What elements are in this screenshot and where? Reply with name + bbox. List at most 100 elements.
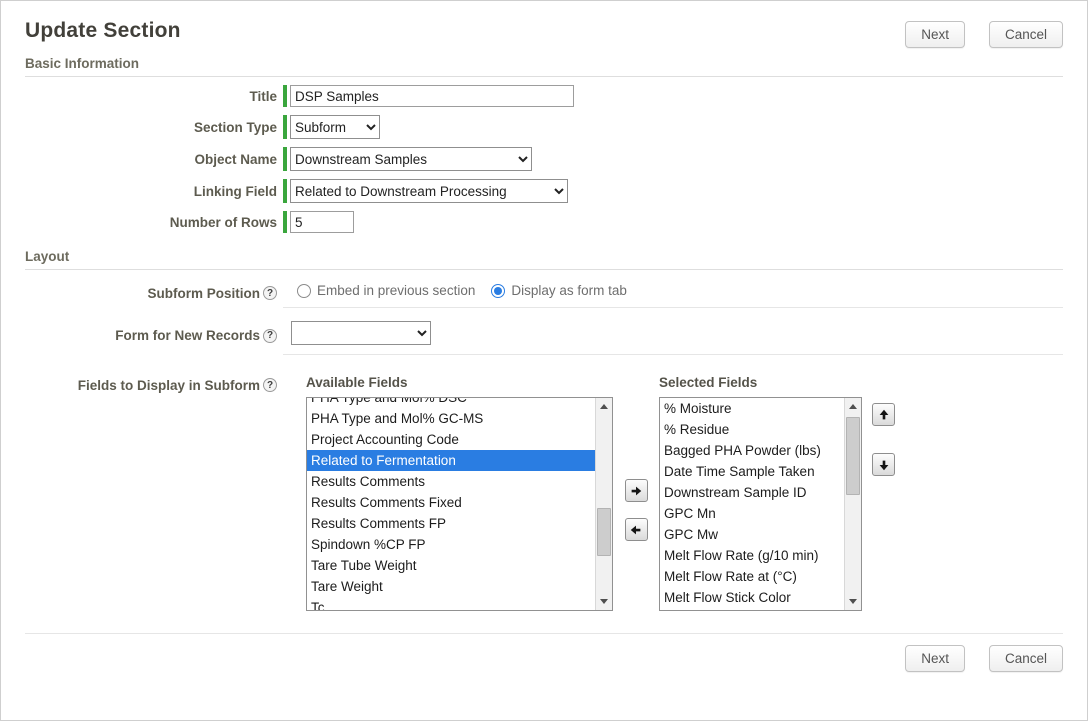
triangle-down-icon — [600, 599, 608, 604]
selected-fields-column: Selected Fields % Moisture% Residue Bagge… — [659, 375, 862, 617]
number-of-rows-input[interactable] — [290, 211, 354, 233]
list-item[interactable]: Bagged PHA Powder (lbs) — [660, 440, 844, 461]
form-for-new-records-row: Form for New Records ? — [25, 316, 1063, 355]
triangle-up-icon — [849, 404, 857, 409]
required-indicator — [283, 85, 287, 107]
move-right-button[interactable] — [624, 479, 648, 502]
form-for-new-records-select[interactable] — [291, 321, 431, 345]
transfer-buttons — [613, 403, 659, 617]
subform-position-options: Embed in previous section Display as for… — [283, 278, 1063, 308]
scroll-up-button[interactable] — [845, 398, 861, 415]
cancel-button-bottom[interactable]: Cancel — [988, 645, 1063, 672]
title-input[interactable] — [290, 85, 574, 107]
scrollbar-track[interactable] — [845, 415, 861, 593]
object-name-select[interactable]: Downstream Samples — [290, 147, 532, 171]
list-item[interactable]: % Moisture — [660, 398, 844, 419]
available-fields-items: PHA Type and Mol% DSCPHA Type and Mol% G… — [307, 398, 595, 610]
list-item[interactable]: Related to Fermentation — [307, 450, 595, 471]
list-item[interactable]: Tare Tube Weight — [307, 555, 595, 576]
reorder-buttons — [872, 403, 895, 617]
linking-field-select[interactable]: Related to Downstream Processing — [290, 179, 568, 203]
section-type-label: Section Type — [193, 119, 277, 135]
page-header: Update Section Next Cancel — [1, 1, 1087, 54]
help-icon[interactable]: ? — [263, 328, 277, 343]
help-icon[interactable]: ? — [263, 286, 277, 300]
list-item[interactable]: GPC Mn — [660, 503, 844, 524]
arrow-left-icon — [630, 525, 641, 534]
basic-information-header: Basic Information — [25, 56, 1063, 77]
list-item[interactable]: Date Time Sample Taken — [660, 461, 844, 482]
move-left-button[interactable] — [624, 518, 648, 541]
list-item[interactable]: GPC Mw — [660, 524, 844, 545]
page-title: Update Section — [25, 19, 181, 42]
required-indicator — [283, 211, 287, 233]
display-as-form-tab-radio-label[interactable]: Display as form tab — [511, 283, 627, 298]
section-type-row: Section Type Subform — [25, 115, 1063, 139]
layout-section: Subform Position ? Embed in previous sec… — [1, 278, 1087, 617]
form-for-new-records-content — [283, 316, 1063, 355]
subform-position-label: Subform Position ? — [25, 286, 283, 301]
fields-to-display-block: Fields to Display in Subform ? Available… — [25, 375, 1063, 617]
bottom-button-bar: Next Cancel — [25, 633, 1063, 672]
selected-fields-listbox[interactable]: % Moisture% Residue Bagged PHA Powder (lb… — [659, 397, 862, 611]
triangle-down-icon — [849, 599, 857, 604]
move-down-button[interactable] — [872, 453, 895, 476]
selected-fields-items: % Moisture% Residue Bagged PHA Powder (lb… — [660, 398, 844, 610]
title-row: Title — [25, 85, 1063, 107]
list-item[interactable]: PHA Type and Mol% GC-MS — [307, 408, 595, 429]
dual-list: Available Fields PHA Type and Mol% DSCPH… — [306, 375, 895, 617]
scroll-up-button[interactable] — [596, 398, 612, 415]
next-button-bottom[interactable]: Next — [905, 645, 965, 672]
scrollbar-thumb[interactable] — [846, 416, 860, 496]
list-item[interactable]: Melt Flow Rate at (°C) — [660, 566, 844, 587]
list-item[interactable]: PHA Type and Mol% DSC — [307, 398, 595, 408]
available-fields-listbox[interactable]: PHA Type and Mol% DSCPHA Type and Mol% G… — [306, 397, 613, 611]
embed-in-previous-section-radio[interactable] — [297, 283, 311, 298]
scroll-down-button[interactable] — [845, 593, 861, 610]
arrow-right-icon — [631, 486, 642, 495]
display-as-form-tab-radio[interactable] — [491, 283, 506, 298]
selected-fields-title: Selected Fields — [659, 375, 758, 390]
linking-field-row: Linking Field Related to Downstream Proc… — [25, 179, 1063, 203]
list-item[interactable]: Results Comments — [307, 471, 595, 492]
list-item[interactable]: % Residue — [660, 419, 844, 440]
available-fields-scrollbar[interactable] — [595, 398, 612, 610]
object-name-label: Object Name — [194, 151, 277, 167]
list-item[interactable]: Downstream Sample ID — [660, 482, 844, 503]
number-of-rows-row: Number of Rows — [25, 211, 1063, 233]
scroll-down-button[interactable] — [596, 593, 612, 610]
next-button-top[interactable]: Next — [905, 21, 965, 48]
header-button-group: Next Cancel — [905, 21, 1063, 48]
number-of-rows-label: Number of Rows — [169, 214, 277, 230]
object-name-row: Object Name Downstream Samples — [25, 147, 1063, 171]
available-fields-column: Available Fields PHA Type and Mol% DSCPH… — [306, 375, 613, 617]
list-item[interactable]: Results Comments Fixed — [307, 492, 595, 513]
available-fields-title: Available Fields — [306, 375, 408, 390]
move-up-button[interactable] — [872, 403, 895, 426]
section-type-select[interactable]: Subform — [290, 115, 380, 139]
list-item[interactable]: Results Comments FP — [307, 513, 595, 534]
required-indicator — [283, 179, 287, 203]
list-item[interactable]: Melt Flow Rate (g/10 min) — [660, 545, 844, 566]
linking-field-label: Linking Field — [193, 183, 277, 199]
basic-information-section: Title Section Type Subform Object Name D… — [1, 85, 1087, 233]
list-item[interactable]: Tc — [307, 597, 595, 610]
list-item[interactable]: Project Accounting Code — [307, 429, 595, 450]
update-section-page: Update Section Next Cancel Basic Informa… — [0, 0, 1088, 721]
form-for-new-records-label: Form for New Records ? — [25, 328, 283, 343]
selected-fields-scrollbar[interactable] — [844, 398, 861, 610]
required-indicator — [283, 115, 287, 139]
required-indicator — [283, 147, 287, 171]
scrollbar-track[interactable] — [596, 415, 612, 593]
list-item[interactable]: Tare Weight — [307, 576, 595, 597]
embed-in-previous-section-radio-label[interactable]: Embed in previous section — [317, 283, 475, 298]
list-item[interactable]: Spindown %CP FP — [307, 534, 595, 555]
arrow-down-icon — [879, 460, 888, 470]
scrollbar-thumb[interactable] — [597, 507, 611, 556]
list-item[interactable]: Melt Flow Stick Color — [660, 587, 844, 608]
title-label: Title — [249, 88, 277, 104]
cancel-button-top[interactable]: Cancel — [988, 21, 1063, 48]
subform-position-row: Subform Position ? Embed in previous sec… — [25, 278, 1063, 308]
help-icon[interactable]: ? — [263, 378, 277, 392]
layout-header: Layout — [25, 249, 1063, 270]
